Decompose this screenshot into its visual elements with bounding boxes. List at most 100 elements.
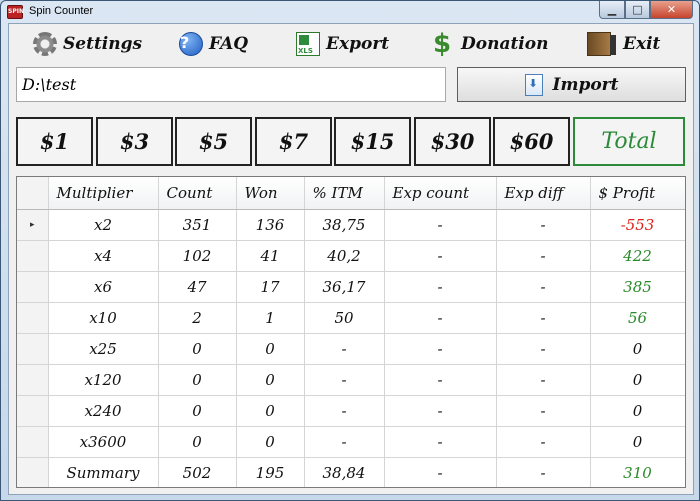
table-cell-exp-count[interactable]: - bbox=[384, 209, 497, 241]
table-cell-exp-count[interactable]: - bbox=[384, 364, 497, 396]
table-cell-won[interactable]: 1 bbox=[236, 302, 305, 334]
table-cell-itm[interactable]: - bbox=[304, 395, 385, 427]
table-cell-count[interactable]: 0 bbox=[158, 426, 237, 458]
table-cell-multiplier[interactable]: Summary bbox=[48, 457, 159, 487]
column-header[interactable]: Exp diff bbox=[496, 177, 591, 210]
table-cell-count[interactable]: 0 bbox=[158, 364, 237, 396]
table-cell-profit[interactable]: 0 bbox=[590, 333, 685, 365]
table-cell-exp-diff[interactable]: - bbox=[496, 240, 591, 272]
row-header[interactable] bbox=[17, 302, 49, 334]
menu-export[interactable]: XLS Export bbox=[296, 28, 389, 60]
table-cell-exp-diff[interactable]: - bbox=[496, 395, 591, 427]
stake-button-30[interactable]: $30 bbox=[414, 117, 491, 166]
table-cell-itm[interactable]: 38,84 bbox=[304, 457, 385, 487]
menu-exit[interactable]: Exit bbox=[587, 28, 660, 60]
import-button[interactable]: Import bbox=[457, 67, 686, 102]
table-row[interactable]: x10 2 1 50- -56 bbox=[17, 302, 685, 334]
table-cell-won[interactable]: 136 bbox=[236, 209, 305, 241]
minimize-button[interactable]: ▁ bbox=[599, 1, 625, 19]
row-header[interactable] bbox=[17, 271, 49, 303]
row-header[interactable] bbox=[17, 333, 49, 365]
table-row[interactable]: x240 0 0- - -0 bbox=[17, 395, 685, 427]
table-cell-multiplier[interactable]: x2 bbox=[48, 209, 159, 241]
table-cell-count[interactable]: 351 bbox=[158, 209, 237, 241]
menu-settings[interactable]: Settings bbox=[33, 28, 142, 60]
table-cell-exp-diff[interactable]: - bbox=[496, 426, 591, 458]
table-cell-won[interactable]: 17 bbox=[236, 271, 305, 303]
table-row[interactable]: ▸ x2 351 136 38,75- - -553 bbox=[17, 209, 685, 241]
stake-button-3[interactable]: $3 bbox=[96, 117, 173, 166]
table-cell-itm[interactable]: 36,17 bbox=[304, 271, 385, 303]
table-cell-exp-count[interactable]: - bbox=[384, 395, 497, 427]
table-cell-profit[interactable]: 56 bbox=[590, 302, 685, 334]
table-row[interactable]: x3600 0 0- - -0 bbox=[17, 426, 685, 458]
table-cell-multiplier[interactable]: x3600 bbox=[48, 426, 159, 458]
title-bar[interactable]: SPIN Spin Counter ▁ □ ✕ bbox=[1, 1, 699, 23]
table-cell-won[interactable]: 0 bbox=[236, 333, 305, 365]
table-cell-exp-diff[interactable]: - bbox=[496, 209, 591, 241]
stake-button-5[interactable]: $5 bbox=[175, 117, 252, 166]
table-cell-won[interactable]: 195 bbox=[236, 457, 305, 487]
table-cell-profit[interactable]: 422 bbox=[590, 240, 685, 272]
table-cell-count[interactable]: 502 bbox=[158, 457, 237, 487]
table-cell-exp-diff[interactable]: - bbox=[496, 302, 591, 334]
table-cell-itm[interactable]: 50 bbox=[304, 302, 385, 334]
table-cell-multiplier[interactable]: x10 bbox=[48, 302, 159, 334]
table-cell-count[interactable]: 2 bbox=[158, 302, 237, 334]
table-cell-itm[interactable]: - bbox=[304, 364, 385, 396]
column-header[interactable]: Exp count bbox=[384, 177, 497, 210]
column-header[interactable]: % ITM bbox=[304, 177, 385, 210]
stake-button-1[interactable]: $1 bbox=[16, 117, 93, 166]
close-button[interactable]: ✕ bbox=[650, 1, 693, 19]
column-header[interactable]: Multiplier bbox=[48, 177, 159, 210]
table-cell-exp-count[interactable]: - bbox=[384, 333, 497, 365]
table-cell-count[interactable]: 0 bbox=[158, 395, 237, 427]
menu-faq[interactable]: ? FAQ bbox=[179, 28, 248, 60]
table-cell-multiplier[interactable]: x6 bbox=[48, 271, 159, 303]
table-cell-count[interactable]: 102 bbox=[158, 240, 237, 272]
folder-path-input[interactable]: D:\test bbox=[16, 67, 446, 102]
column-header[interactable]: Count bbox=[158, 177, 237, 210]
row-header[interactable]: ▸ bbox=[17, 209, 49, 241]
table-cell-profit[interactable]: 0 bbox=[590, 426, 685, 458]
table-cell-won[interactable]: 0 bbox=[236, 364, 305, 396]
menu-donation[interactable]: $ Donation bbox=[433, 28, 548, 60]
app-icon[interactable]: SPIN bbox=[7, 5, 24, 19]
table-cell-itm[interactable]: - bbox=[304, 426, 385, 458]
total-button[interactable]: Total bbox=[573, 117, 685, 166]
table-cell-count[interactable]: 47 bbox=[158, 271, 237, 303]
table-cell-count[interactable]: 0 bbox=[158, 333, 237, 365]
table-cell-multiplier[interactable]: x240 bbox=[48, 395, 159, 427]
table-row[interactable]: Summary 502 195 38,84- -310 bbox=[17, 457, 685, 487]
row-header[interactable] bbox=[17, 426, 49, 458]
table-cell-exp-diff[interactable]: - bbox=[496, 457, 591, 487]
row-header[interactable] bbox=[17, 457, 49, 487]
table-row[interactable]: x6 47 17 36,17- -385 bbox=[17, 271, 685, 303]
table-cell-profit[interactable]: 0 bbox=[590, 395, 685, 427]
table-cell-profit[interactable]: -553 bbox=[590, 209, 685, 241]
table-cell-won[interactable]: 41 bbox=[236, 240, 305, 272]
table-cell-won[interactable]: 0 bbox=[236, 426, 305, 458]
table-cell-exp-diff[interactable]: - bbox=[496, 271, 591, 303]
column-header[interactable]: $ Profit bbox=[590, 177, 685, 210]
stake-button-60[interactable]: $60 bbox=[493, 117, 570, 166]
table-cell-profit[interactable]: 310 bbox=[590, 457, 685, 487]
table-cell-won[interactable]: 0 bbox=[236, 395, 305, 427]
stake-button-15[interactable]: $15 bbox=[334, 117, 411, 166]
table-cell-exp-count[interactable]: - bbox=[384, 271, 497, 303]
table-cell-profit[interactable]: 385 bbox=[590, 271, 685, 303]
table-cell-profit[interactable]: 0 bbox=[590, 364, 685, 396]
stake-button-7[interactable]: $7 bbox=[255, 117, 332, 166]
table-cell-multiplier[interactable]: x120 bbox=[48, 364, 159, 396]
table-row[interactable]: x25 0 0- - -0 bbox=[17, 333, 685, 365]
table-row[interactable]: x4 102 41 40,2- -422 bbox=[17, 240, 685, 272]
row-header[interactable] bbox=[17, 395, 49, 427]
table-cell-exp-count[interactable]: - bbox=[384, 240, 497, 272]
row-header[interactable] bbox=[17, 240, 49, 272]
maximize-button[interactable]: □ bbox=[625, 1, 650, 19]
table-cell-exp-count[interactable]: - bbox=[384, 426, 497, 458]
table-cell-itm[interactable]: 40,2 bbox=[304, 240, 385, 272]
table-cell-exp-count[interactable]: - bbox=[384, 457, 497, 487]
table-cell-exp-count[interactable]: - bbox=[384, 302, 497, 334]
table-row[interactable]: x120 0 0- - -0 bbox=[17, 364, 685, 396]
